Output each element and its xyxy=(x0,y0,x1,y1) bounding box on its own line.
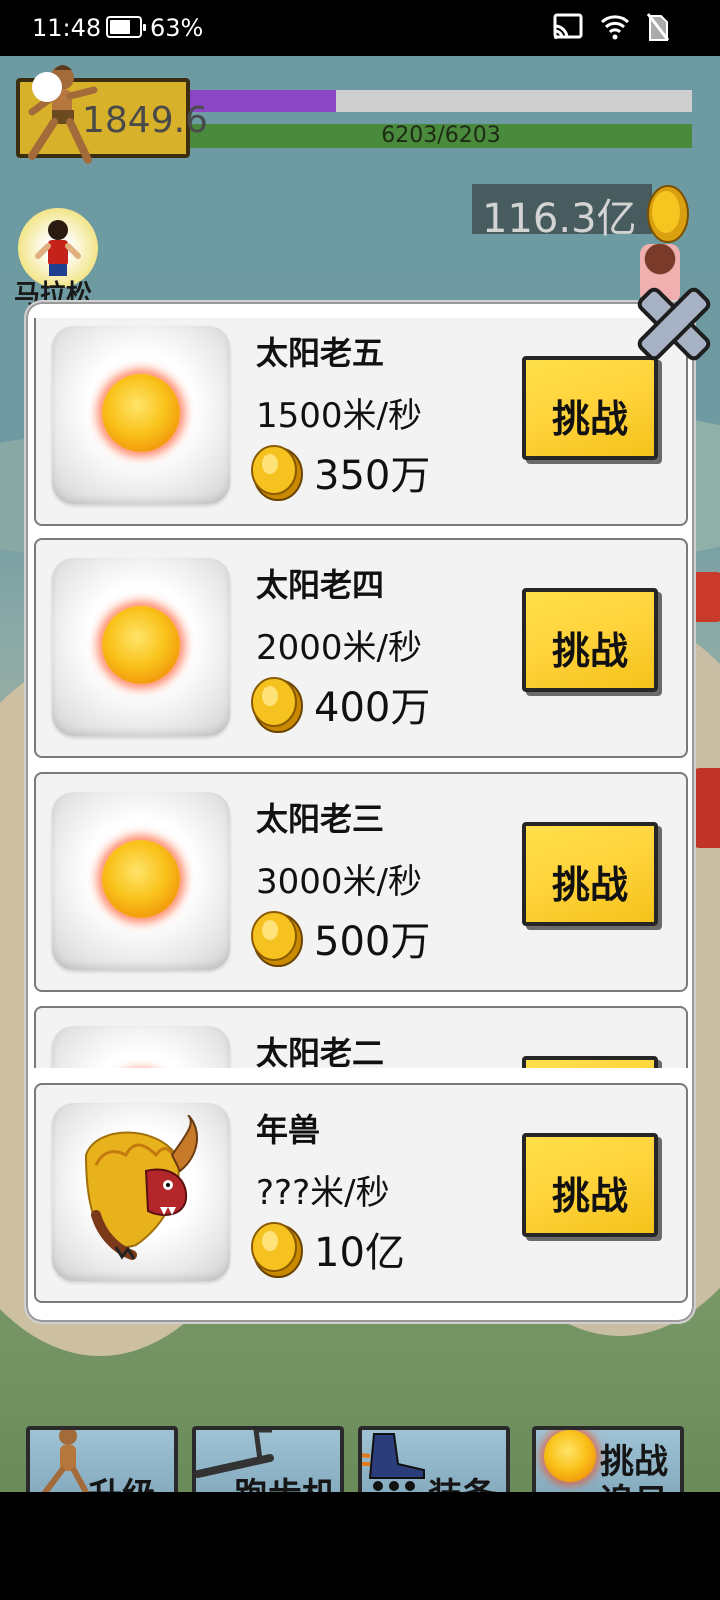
wifi-icon xyxy=(600,15,630,40)
reward-row: 350万 xyxy=(248,442,430,502)
challenge-card: 太阳老二 xyxy=(34,1006,688,1068)
opponent-thumbnail xyxy=(52,792,230,970)
opponent-name: 太阳老五 xyxy=(256,334,385,372)
hp-bar: 6203/6203 xyxy=(190,123,692,148)
reward-row: 500万 xyxy=(248,908,430,968)
white-dot xyxy=(32,72,62,102)
reward-row: 400万 xyxy=(248,674,430,734)
close-icon[interactable] xyxy=(632,280,716,368)
challenge-button-label: 挑战 xyxy=(551,397,628,441)
opponent-thumbnail xyxy=(52,1026,230,1068)
sun-icon xyxy=(102,374,180,452)
challenge-card: 太阳老五 1500米/秒 350万 挑战 xyxy=(34,318,688,526)
nav-equipment-button[interactable]: 装备 xyxy=(358,1426,510,1492)
opponent-speed: 3000米/秒 xyxy=(256,862,422,902)
challenge-button[interactable]: 挑战 xyxy=(522,588,658,692)
battery-level xyxy=(110,20,131,34)
exp-bar xyxy=(190,90,692,112)
nav-chase-sun-label: 追日 xyxy=(600,1474,668,1492)
coin-amount: 116.3亿 xyxy=(482,196,637,242)
opponent-name: 太阳老四 xyxy=(256,566,385,604)
opponent-thumbnail xyxy=(52,558,230,736)
sun-icon xyxy=(544,1430,596,1482)
coin-icon xyxy=(251,445,303,501)
cast-icon xyxy=(553,13,583,39)
challenge-button[interactable] xyxy=(522,1056,658,1068)
challenge-card: 太阳老三 3000米/秒 500万 挑战 xyxy=(34,772,688,992)
reward-price: 500万 xyxy=(314,919,431,965)
status-bar: 11:48 63% xyxy=(0,0,720,56)
roller-skate-icon xyxy=(362,1433,425,1491)
battery-percent: 63% xyxy=(150,14,204,42)
challenge-button-label: 挑战 xyxy=(551,1174,628,1218)
opponent-speed: 1500米/秒 xyxy=(256,396,422,436)
challenge-list[interactable]: 太阳老五 1500米/秒 350万 挑战 太阳老四 2000米/秒 400万 挑… xyxy=(34,318,688,1068)
exp-bar-fill xyxy=(190,90,336,112)
nav-challenge-button[interactable]: 挑战 追日 xyxy=(532,1426,684,1492)
nav-treadmill-label: 跑步机 xyxy=(234,1468,336,1492)
nav-equipment-label: 装备 xyxy=(428,1468,496,1492)
nav-treadmill-button[interactable]: 跑步机 xyxy=(192,1426,344,1492)
opponent-thumbnail xyxy=(52,326,230,504)
runner-icon xyxy=(28,65,98,164)
coin-icon xyxy=(251,677,303,733)
reward-row: 10亿 xyxy=(248,1219,405,1279)
opponent-name: 太阳老三 xyxy=(256,800,385,838)
battery-icon xyxy=(106,16,146,38)
nav-upgrade-label: 升级 xyxy=(88,1468,156,1492)
challenge-button-label: 挑战 xyxy=(551,863,628,907)
sun-icon xyxy=(102,840,180,918)
no-sim-icon xyxy=(646,13,670,41)
challenge-card: 太阳老四 2000米/秒 400万 挑战 xyxy=(34,538,688,758)
reward-price: 350万 xyxy=(314,453,431,499)
status-icons xyxy=(552,12,670,42)
coin-icon xyxy=(251,911,303,967)
challenge-button[interactable]: 挑战 xyxy=(522,356,658,460)
challenge-button[interactable]: 挑战 xyxy=(522,822,658,926)
hp-text: 6203/6203 xyxy=(381,123,501,148)
opponent-thumbnail xyxy=(52,1103,230,1281)
challenge-button-label: 挑战 xyxy=(551,629,628,673)
opponent-name: 年兽 xyxy=(256,1111,321,1149)
coin-icon xyxy=(251,1222,303,1278)
reward-price: 400万 xyxy=(314,685,431,731)
sun-icon xyxy=(102,606,180,684)
status-time: 11:48 xyxy=(32,14,102,42)
opponent-name: 太阳老二 xyxy=(256,1034,385,1068)
nav-upgrade-button[interactable]: 升级 xyxy=(26,1426,178,1492)
coin-icon xyxy=(647,185,689,243)
challenge-button[interactable]: 挑战 xyxy=(522,1133,658,1237)
reward-price: 10亿 xyxy=(314,1230,405,1276)
opponent-speed: ???米/秒 xyxy=(256,1173,390,1213)
opponent-speed: 2000米/秒 xyxy=(256,628,422,668)
boss-card: 年兽 ???米/秒 10亿 挑战 xyxy=(34,1083,688,1303)
nian-beast-icon xyxy=(84,1115,199,1260)
coin-counter: 116.3亿 xyxy=(472,184,652,242)
navigation-bar-area xyxy=(0,1492,720,1600)
